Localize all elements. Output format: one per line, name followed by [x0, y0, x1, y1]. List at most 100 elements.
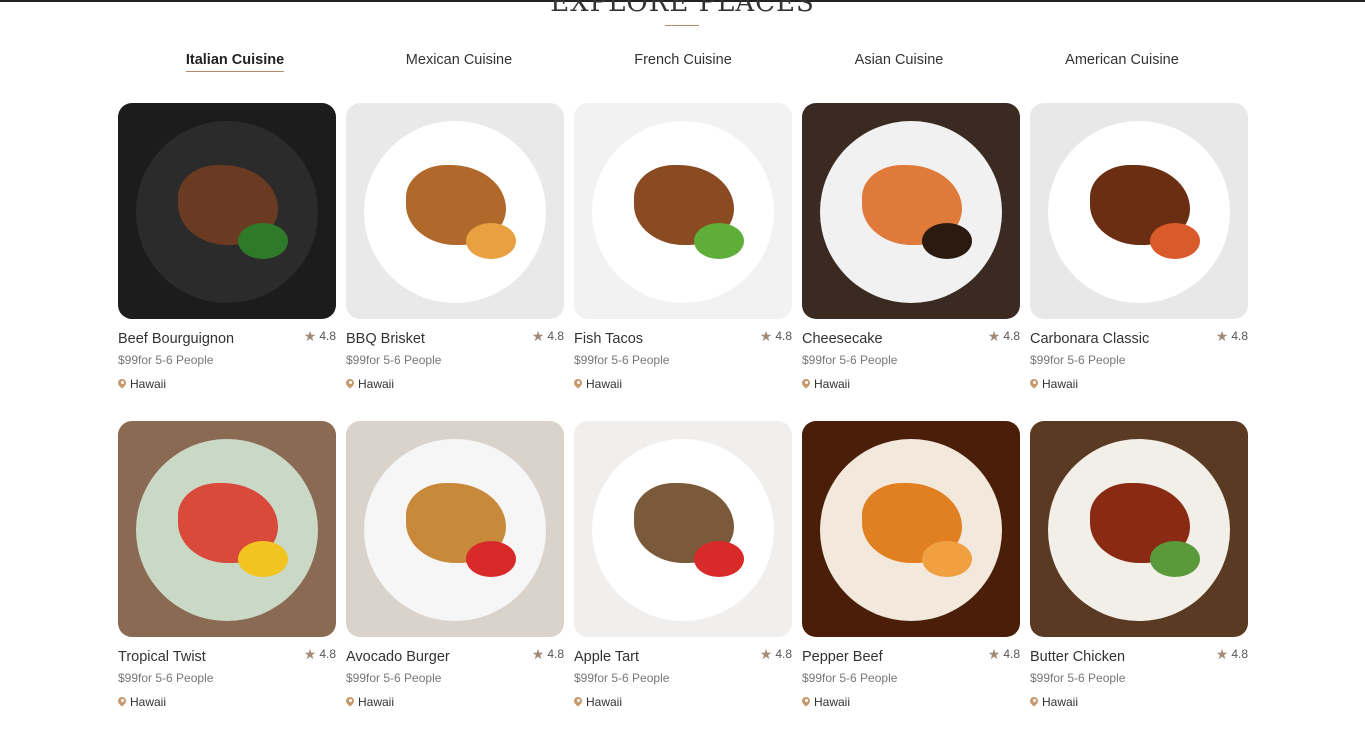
food-card[interactable]: Beef Bourguignon ★ 4.8 $99for 5-6 People Haw… — [118, 103, 336, 403]
food-card[interactable]: Carbonara Classic ★ 4.8 $99for 5-6 People Ha… — [1030, 103, 1248, 403]
food-image[interactable] — [802, 103, 1020, 319]
food-image[interactable] — [574, 103, 792, 319]
food-image[interactable] — [802, 421, 1020, 637]
map-pin-icon — [346, 379, 354, 390]
location-text: Hawaii — [358, 695, 395, 709]
card-location: Hawaii — [1030, 377, 1078, 391]
tab-asian-cuisine[interactable]: Asian Cuisine — [855, 50, 944, 70]
cuisine-tabs: Italian Cuisine Mexican Cuisine French C… — [0, 50, 1365, 80]
card-location: Hawaii — [118, 695, 166, 709]
garnish-shape — [238, 223, 288, 259]
rating-value: 4.8 — [547, 647, 564, 661]
card-title[interactable]: Carbonara Classic — [1030, 330, 1149, 348]
garnish-shape — [1150, 223, 1200, 259]
food-image[interactable] — [118, 103, 336, 319]
map-pin-icon — [1030, 697, 1038, 708]
map-pin-icon — [574, 697, 582, 708]
food-image[interactable] — [1030, 103, 1248, 319]
food-image[interactable] — [346, 103, 564, 319]
garnish-shape — [466, 223, 516, 259]
location-text: Hawaii — [358, 377, 395, 391]
card-price: $99for 5-6 People — [118, 353, 214, 367]
card-price: $99for 5-6 People — [118, 671, 214, 685]
food-card[interactable]: Butter Chicken ★ 4.8 $99for 5-6 People Hawai… — [1030, 421, 1248, 721]
tab-american-cuisine[interactable]: American Cuisine — [1065, 50, 1179, 70]
food-image[interactable] — [118, 421, 336, 637]
star-icon: ★ — [759, 328, 773, 344]
food-image[interactable] — [1030, 421, 1248, 637]
garnish-shape — [466, 541, 516, 577]
food-card[interactable]: Tropical Twist ★ 4.8 $99for 5-6 People Hawai… — [118, 421, 336, 721]
food-image[interactable] — [574, 421, 792, 637]
card-price: $99for 5-6 People — [346, 353, 442, 367]
card-title[interactable]: Pepper Beef — [802, 648, 883, 666]
card-location: Hawaii — [802, 695, 850, 709]
location-text: Hawaii — [814, 377, 851, 391]
card-price: $99for 5-6 People — [1030, 353, 1126, 367]
garnish-shape — [694, 541, 744, 577]
card-rating: ★ 4.8 — [988, 646, 1020, 662]
rating-value: 4.8 — [775, 647, 792, 661]
tab-french-cuisine[interactable]: French Cuisine — [634, 50, 732, 70]
rating-value: 4.8 — [319, 329, 336, 343]
card-rating: ★ 4.8 — [532, 328, 564, 344]
card-rating: ★ 4.8 — [304, 646, 336, 662]
location-text: Hawaii — [1042, 377, 1079, 391]
card-title[interactable]: Tropical Twist — [118, 648, 206, 666]
card-title[interactable]: Butter Chicken — [1030, 648, 1125, 666]
star-icon: ★ — [303, 646, 317, 662]
card-location: Hawaii — [574, 377, 622, 391]
card-rating: ★ 4.8 — [532, 646, 564, 662]
card-price: $99for 5-6 People — [1030, 671, 1126, 685]
rating-value: 4.8 — [1231, 647, 1248, 661]
tab-mexican-cuisine[interactable]: Mexican Cuisine — [406, 50, 512, 70]
card-title[interactable]: Avocado Burger — [346, 648, 450, 666]
rating-value: 4.8 — [319, 647, 336, 661]
card-price: $99for 5-6 People — [802, 671, 898, 685]
location-text: Hawaii — [130, 695, 167, 709]
card-location: Hawaii — [574, 695, 622, 709]
food-card[interactable]: BBQ Brisket ★ 4.8 $99for 5-6 People Hawaii — [346, 103, 564, 403]
food-card[interactable]: Avocado Burger ★ 4.8 $99for 5-6 People Hawai… — [346, 421, 564, 721]
card-rating: ★ 4.8 — [1216, 646, 1248, 662]
garnish-shape — [1150, 541, 1200, 577]
star-icon: ★ — [987, 646, 1001, 662]
star-icon: ★ — [531, 328, 545, 344]
card-title[interactable]: Beef Bourguignon — [118, 330, 234, 348]
card-location: Hawaii — [802, 377, 850, 391]
food-card[interactable]: Apple Tart ★ 4.8 $99for 5-6 People Hawaii — [574, 421, 792, 721]
tab-italian-cuisine[interactable]: Italian Cuisine — [185, 50, 285, 72]
map-pin-icon — [1030, 379, 1038, 390]
card-location: Hawaii — [118, 377, 166, 391]
card-rating: ★ 4.8 — [760, 646, 792, 662]
card-price: $99for 5-6 People — [346, 671, 442, 685]
card-title[interactable]: Cheesecake — [802, 330, 883, 348]
garnish-shape — [238, 541, 288, 577]
title-underline — [665, 25, 699, 26]
card-title[interactable]: Apple Tart — [574, 648, 639, 666]
map-pin-icon — [802, 379, 810, 390]
star-icon: ★ — [987, 328, 1001, 344]
card-rating: ★ 4.8 — [304, 328, 336, 344]
rating-value: 4.8 — [1003, 647, 1020, 661]
card-price: $99for 5-6 People — [574, 353, 670, 367]
rating-value: 4.8 — [1231, 329, 1248, 343]
location-text: Hawaii — [1042, 695, 1079, 709]
location-text: Hawaii — [586, 377, 623, 391]
card-price: $99for 5-6 People — [574, 671, 670, 685]
map-pin-icon — [802, 697, 810, 708]
star-icon: ★ — [303, 328, 317, 344]
map-pin-icon — [118, 379, 126, 390]
card-location: Hawaii — [346, 377, 394, 391]
food-card[interactable]: Pepper Beef ★ 4.8 $99for 5-6 People Hawaii — [802, 421, 1020, 721]
card-title[interactable]: BBQ Brisket — [346, 330, 425, 348]
card-title[interactable]: Fish Tacos — [574, 330, 643, 348]
star-icon: ★ — [759, 646, 773, 662]
card-location: Hawaii — [1030, 695, 1078, 709]
food-card[interactable]: Cheesecake ★ 4.8 $99for 5-6 People Hawaii — [802, 103, 1020, 403]
star-icon: ★ — [531, 646, 545, 662]
star-icon: ★ — [1215, 328, 1229, 344]
location-text: Hawaii — [814, 695, 851, 709]
food-card[interactable]: Fish Tacos ★ 4.8 $99for 5-6 People Hawaii — [574, 103, 792, 403]
food-image[interactable] — [346, 421, 564, 637]
